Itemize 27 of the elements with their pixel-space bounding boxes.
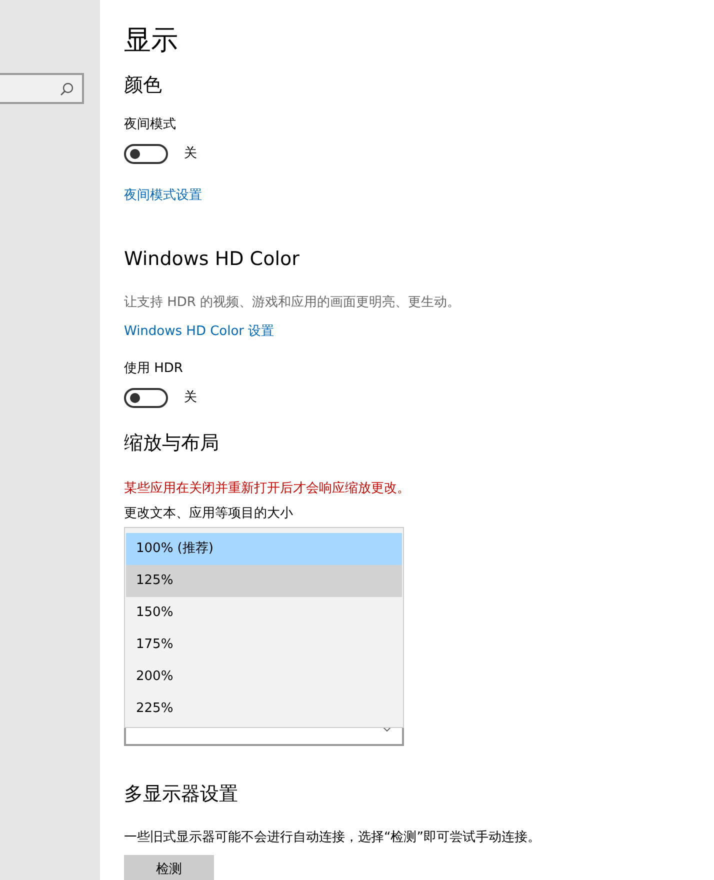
section-heading: 多显示器设置 [124, 782, 239, 807]
toggle-label: 夜间模式 [124, 116, 177, 134]
description-text: 一些旧式显示器可能不会进行自动连接，选择“检测”即可尝试手动连接。 [124, 829, 542, 847]
dropdown-option[interactable]: 175% [126, 629, 402, 661]
section-heading: Windows HD Color [124, 247, 300, 272]
toggle-switch[interactable] [124, 388, 168, 408]
chevron-icon [382, 726, 392, 732]
dropdown-option[interactable]: 100% (推荐) [126, 533, 402, 565]
search-field[interactable] [0, 73, 84, 104]
dropdown-label: 更改文本、应用等项目的大小 [124, 505, 294, 523]
dropdown-option[interactable]: 225% [126, 693, 402, 725]
dropdown-option[interactable]: 150% [126, 597, 402, 629]
settings-link[interactable]: Windows HD Color 设置 [124, 324, 274, 339]
search-icon [60, 82, 74, 96]
detect-button[interactable]: 检测 [124, 855, 214, 880]
description-text: 让支持 HDR 的视频、游戏和应用的画面更明亮、更生动。 [124, 294, 462, 312]
dropdown-option[interactable]: 125% [126, 565, 402, 597]
section-heading: 缩放与布局 [124, 431, 220, 456]
toggle-label: 使用 HDR [124, 360, 184, 378]
toggle-switch[interactable] [124, 144, 168, 164]
page-title: 显示 [124, 24, 179, 58]
toggle-state: 关 [184, 145, 197, 163]
warning-text: 某些应用在关闭并重新打开后才会响应缩放更改。 [124, 480, 411, 498]
settings-link[interactable]: 夜间模式设置 [124, 188, 202, 203]
dropdown-option[interactable]: 200% [126, 661, 402, 693]
toggle-state: 关 [184, 389, 197, 407]
section-heading: 颜色 [124, 73, 163, 98]
